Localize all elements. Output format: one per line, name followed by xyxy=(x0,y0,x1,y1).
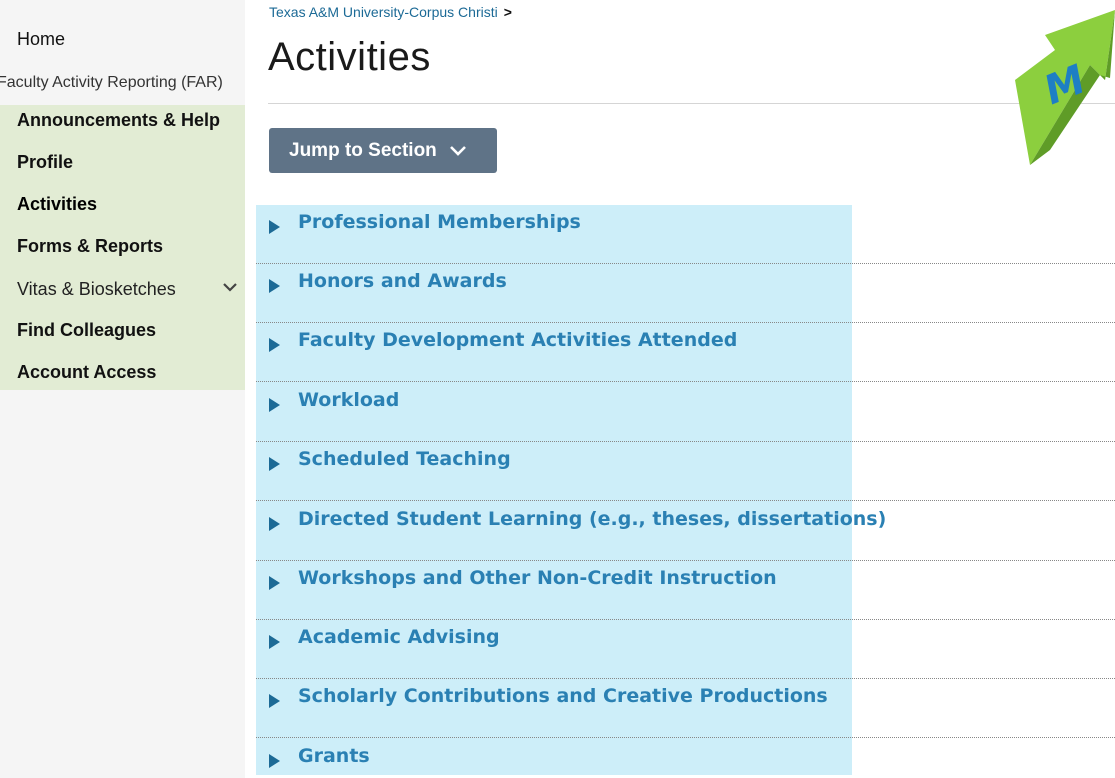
section-workshops[interactable]: Workshops and Other Non-Credit Instructi… xyxy=(256,561,1115,620)
sidebar-item-profile[interactable]: Profile xyxy=(17,152,73,173)
expand-triangle-icon[interactable] xyxy=(269,635,280,649)
section-label[interactable]: Honors and Awards xyxy=(298,270,507,292)
section-label[interactable]: Workload xyxy=(298,389,399,411)
sidebar-item-forms-reports[interactable]: Forms & Reports xyxy=(17,236,163,257)
sidebar-item-vitas[interactable]: Vitas & Biosketches xyxy=(17,279,176,300)
expand-triangle-icon[interactable] xyxy=(269,576,280,590)
expand-triangle-icon[interactable] xyxy=(269,694,280,708)
sidebar-item-find-colleagues[interactable]: Find Colleagues xyxy=(17,320,156,341)
sidebar-item-activities[interactable]: Activities xyxy=(17,194,97,215)
expand-triangle-icon[interactable] xyxy=(269,220,280,234)
expand-triangle-icon[interactable] xyxy=(269,398,280,412)
breadcrumb: Texas A&M University-Corpus Christi > xyxy=(269,4,512,20)
sidebar-far-heading[interactable]: Faculty Activity Reporting (FAR) xyxy=(0,74,223,92)
sidebar-item-announcements[interactable]: Announcements & Help xyxy=(17,110,220,131)
m-arrow-logo-icon: M xyxy=(1015,10,1115,165)
section-professional-memberships[interactable]: Professional Memberships xyxy=(256,205,1115,264)
section-honors-awards[interactable]: Honors and Awards xyxy=(256,264,1115,323)
section-label[interactable]: Professional Memberships xyxy=(298,211,581,233)
section-label[interactable]: Workshops and Other Non-Credit Instructi… xyxy=(298,567,777,589)
chevron-down-icon[interactable] xyxy=(222,279,238,295)
section-academic-advising[interactable]: Academic Advising xyxy=(256,620,1115,679)
expand-triangle-icon[interactable] xyxy=(269,279,280,293)
page-title: Activities xyxy=(268,35,431,79)
section-directed-student-learning[interactable]: Directed Student Learning (e.g., theses,… xyxy=(256,502,1115,561)
section-label[interactable]: Grants xyxy=(298,745,370,767)
expand-triangle-icon[interactable] xyxy=(269,338,280,352)
section-label[interactable]: Academic Advising xyxy=(298,626,500,648)
section-workload[interactable]: Workload xyxy=(256,383,1115,442)
expand-triangle-icon[interactable] xyxy=(269,457,280,471)
section-faculty-development[interactable]: Faculty Development Activities Attended xyxy=(256,323,1115,382)
section-label[interactable]: Scholarly Contributions and Creative Pro… xyxy=(298,685,828,707)
sidebar: Home Faculty Activity Reporting (FAR) An… xyxy=(0,0,245,778)
expand-triangle-icon[interactable] xyxy=(269,754,280,768)
section-label[interactable]: Directed Student Learning (e.g., theses,… xyxy=(298,508,886,530)
chevron-down-icon xyxy=(449,145,466,156)
section-divider xyxy=(256,737,1115,738)
section-divider xyxy=(256,500,1115,501)
section-divider xyxy=(256,381,1115,382)
jump-to-section-button[interactable]: Jump to Section xyxy=(269,128,497,173)
sidebar-item-account-access[interactable]: Account Access xyxy=(17,362,156,383)
jump-to-section-label: Jump to Section xyxy=(289,139,437,161)
section-label[interactable]: Scheduled Teaching xyxy=(298,448,511,470)
sidebar-home-link[interactable]: Home xyxy=(17,29,65,50)
expand-triangle-icon[interactable] xyxy=(269,517,280,531)
section-scholarly-contributions[interactable]: Scholarly Contributions and Creative Pro… xyxy=(256,679,1115,738)
breadcrumb-separator: > xyxy=(503,4,512,20)
section-label[interactable]: Faculty Development Activities Attended xyxy=(298,329,737,351)
section-grants[interactable]: Grants xyxy=(256,739,1115,778)
breadcrumb-university-link[interactable]: Texas A&M University-Corpus Christi xyxy=(269,4,498,20)
title-divider xyxy=(268,103,1115,104)
section-scheduled-teaching[interactable]: Scheduled Teaching xyxy=(256,442,1115,501)
